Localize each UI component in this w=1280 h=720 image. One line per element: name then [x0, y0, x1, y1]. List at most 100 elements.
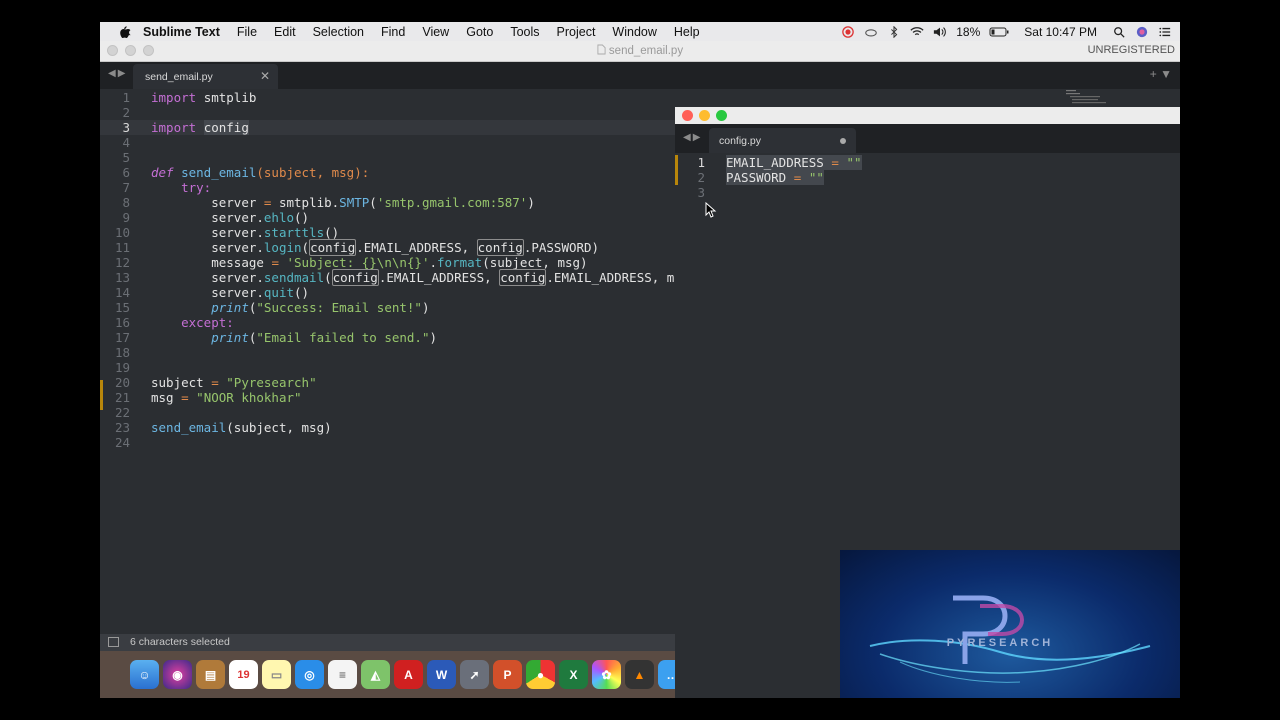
line-number: 17: [114, 330, 130, 345]
reminders-icon[interactable]: ≡: [328, 660, 357, 689]
token: message: [211, 255, 272, 270]
code-line: 21 msg = "NOOR khokhar": [100, 390, 675, 405]
token: =: [181, 390, 189, 405]
config-line: 3: [675, 185, 1180, 200]
acrobat-icon[interactable]: A: [394, 660, 423, 689]
code-line: 11 server.login(config.EMAIL_ADDRESS, co…: [100, 239, 675, 256]
notification-center-icon[interactable]: [1158, 26, 1172, 38]
token: ehlo: [263, 210, 295, 225]
menu-edit[interactable]: Edit: [274, 25, 296, 39]
line-number: 2: [122, 105, 130, 120]
code-line: 2: [100, 105, 675, 120]
menu-file[interactable]: File: [237, 25, 257, 39]
powerpoint-icon[interactable]: P: [493, 660, 522, 689]
code-editor[interactable]: 1 import smtplib 2 3 import config 4 5 6 de…: [100, 89, 675, 634]
line-number: 13: [114, 270, 130, 285]
line-number: 5: [122, 150, 130, 165]
calendar-icon[interactable]: 19: [229, 660, 258, 689]
excel-icon[interactable]: X: [559, 660, 588, 689]
token: (subject, msg): [482, 255, 588, 270]
config-zoom-button[interactable]: [716, 110, 727, 121]
config-tab-label: config.py: [719, 135, 762, 147]
code-line: 3 import config: [100, 120, 675, 135]
mouse-cursor-icon: [705, 202, 717, 218]
line-number: 3: [697, 185, 705, 200]
unsaved-dot-icon[interactable]: [840, 138, 846, 144]
menu-selection[interactable]: Selection: [313, 25, 364, 39]
word-icon[interactable]: W: [427, 660, 456, 689]
battery-icon[interactable]: [989, 26, 1009, 38]
tab-send-email[interactable]: send_email.py ✕: [133, 64, 278, 89]
cloud-icon[interactable]: [864, 26, 878, 38]
menu-goto[interactable]: Goto: [466, 25, 493, 39]
volume-icon[interactable]: [933, 26, 947, 38]
code-line: 23 send_email(subject, msg): [100, 420, 675, 435]
token: .PASSWORD): [523, 240, 600, 255]
stickies-icon[interactable]: ▭: [262, 660, 291, 689]
tab-actions[interactable]: + ▼: [1150, 67, 1172, 81]
config-line: 2 PASSWORD = "": [675, 170, 1180, 185]
token: .EMAIL_ADDRESS,: [356, 240, 477, 255]
token: EMAIL_ADDRESS: [726, 155, 824, 170]
line-number: 8: [122, 195, 130, 210]
finder-icon[interactable]: ☺: [130, 660, 159, 689]
code-line: 5: [100, 150, 675, 165]
launchpad-icon[interactable]: ➚: [460, 660, 489, 689]
siri-icon[interactable]: [1135, 26, 1149, 38]
config-close-button[interactable]: [682, 110, 693, 121]
token: "Success: Email sent!": [256, 300, 422, 315]
token: try:: [181, 180, 212, 195]
photos-icon[interactable]: ✿: [592, 660, 621, 689]
vlc-icon[interactable]: ▲: [625, 660, 654, 689]
panel-toggle-icon[interactable]: [108, 637, 119, 647]
token: server.: [211, 270, 264, 285]
siri-dock-icon[interactable]: ◉: [163, 660, 192, 689]
menu-window[interactable]: Window: [612, 25, 656, 39]
code-line: 12 message = 'Subject: {}\n\n{}'.format(…: [100, 255, 675, 270]
apple-icon[interactable]: [117, 25, 131, 39]
tab-config[interactable]: config.py: [709, 128, 856, 153]
status-text: 6 characters selected: [130, 636, 230, 648]
record-icon[interactable]: [841, 25, 855, 38]
maps-icon[interactable]: ◭: [361, 660, 390, 689]
menubar-status-area: 18% Sat 10:47 PM: [841, 22, 1172, 41]
pyresearch-logo: PYRESEARCH: [840, 550, 1180, 698]
chrome-icon[interactable]: ●: [526, 660, 555, 689]
token: print: [211, 330, 249, 345]
safari-icon[interactable]: ◎: [295, 660, 324, 689]
menu-view[interactable]: View: [422, 25, 449, 39]
line-number: 1: [697, 155, 705, 170]
menu-find[interactable]: Find: [381, 25, 405, 39]
token: server: [211, 195, 264, 210]
close-tab-icon[interactable]: ✕: [260, 69, 270, 83]
code-line: 14 server.quit(): [100, 285, 675, 300]
bluetooth-icon[interactable]: [887, 25, 901, 38]
config-tab-nav-arrows[interactable]: ◀▶: [683, 132, 702, 143]
menu-help[interactable]: Help: [674, 25, 700, 39]
menu-project[interactable]: Project: [557, 25, 596, 39]
tab-nav-arrows[interactable]: ◀▶: [108, 68, 127, 79]
token: =: [211, 375, 219, 390]
notes-app-icon[interactable]: ▤: [196, 660, 225, 689]
wifi-icon[interactable]: [910, 26, 924, 38]
clock[interactable]: Sat 10:47 PM: [1024, 25, 1097, 39]
code-line: 7 try:: [100, 180, 675, 195]
token: "Email failed to send.": [256, 330, 430, 345]
menu-tools[interactable]: Tools: [510, 25, 539, 39]
config-minimize-button[interactable]: [699, 110, 710, 121]
token: server.: [211, 210, 264, 225]
token: =: [271, 255, 279, 270]
config-line: 1 EMAIL_ADDRESS = "": [675, 155, 1180, 170]
line-number: 10: [114, 225, 130, 240]
spotlight-search-icon[interactable]: [1112, 26, 1126, 38]
line-number: 12: [114, 255, 130, 270]
window-titlebar: send_email.py UNREGISTERED: [100, 41, 1180, 62]
token: smtplib: [203, 90, 257, 105]
token: (subject, msg):: [256, 165, 370, 180]
menu-app-name[interactable]: Sublime Text: [143, 25, 220, 39]
token: send_email: [181, 165, 257, 180]
code-line: 8 server = smtplib.SMTP('smtp.gmail.com:…: [100, 195, 675, 210]
line-number: 16: [114, 315, 130, 330]
minimap[interactable]: [1060, 88, 1120, 108]
line-number: 6: [122, 165, 130, 180]
